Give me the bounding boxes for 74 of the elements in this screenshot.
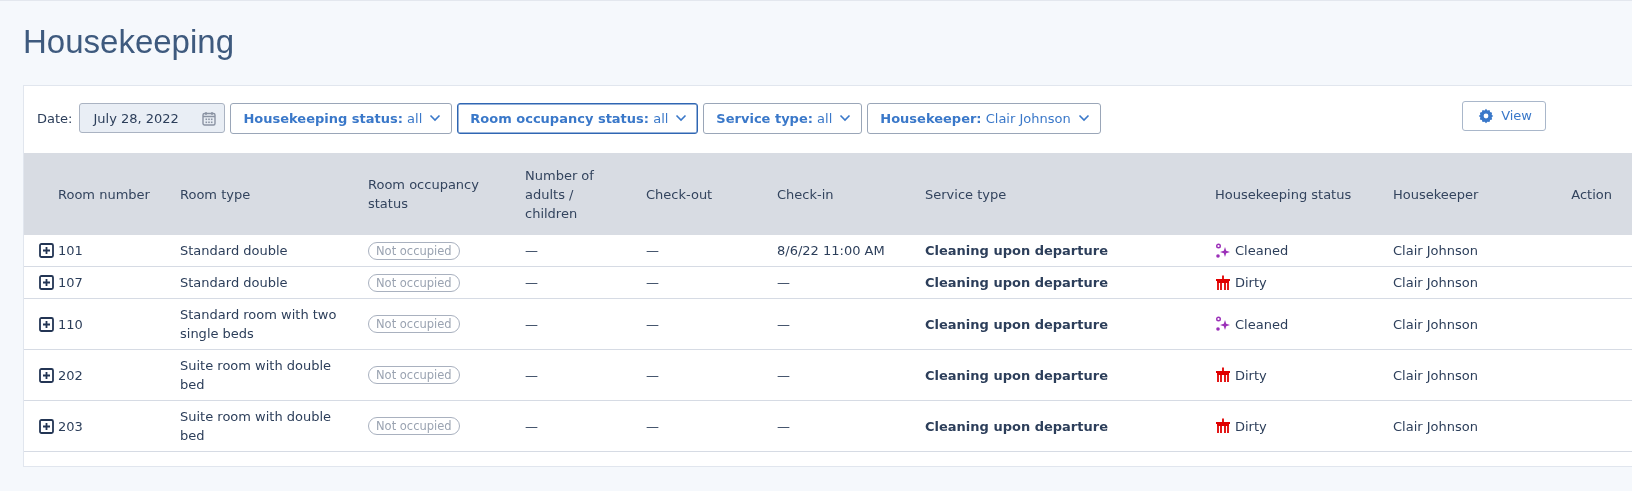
filter-dropdown[interactable]: Service type: all [703, 102, 863, 134]
expand-icon[interactable] [39, 418, 54, 434]
status-label: Cleaned [1235, 316, 1289, 332]
table-cell-text: — [525, 275, 539, 290]
status-label: Dirty [1235, 275, 1267, 290]
table-cell-text: — [777, 275, 791, 290]
date-field[interactable]: July 28, 2022 [79, 103, 226, 133]
table-cell-text: Clair Johnson [1393, 275, 1479, 290]
table-cell-text: Cleaning upon departure [925, 367, 1109, 383]
filter-dropdown[interactable]: Housekeeping status: all [230, 102, 453, 134]
filter-dropdown[interactable]: Room occupancy status: all [457, 102, 699, 134]
sparkle-icon [1215, 316, 1231, 332]
column-header: Room number [58, 185, 151, 204]
table-cell-text: Cleaning upon departure [925, 316, 1109, 332]
table-cell-text: — [646, 243, 660, 258]
table-cell-text: Suite room with double bed [180, 357, 333, 394]
table-cell-text: — [777, 316, 791, 332]
chevron-down-icon [675, 114, 688, 122]
table-cell-text: 101 [58, 243, 84, 258]
column-header: Housekeeping status [1215, 185, 1353, 204]
table-cell-text: — [525, 243, 539, 258]
table-cell-text: Clair Johnson [1393, 243, 1479, 258]
settings-icon [1478, 107, 1495, 124]
broom-icon [1215, 274, 1231, 291]
sparkle-icon [1215, 242, 1231, 259]
table-cell-text: — [646, 367, 660, 383]
table-cell-text: Cleaning upon departure [925, 418, 1109, 434]
table-cell-text: — [777, 418, 791, 434]
table-cell-text: 110 [58, 316, 84, 332]
expand-icon[interactable] [39, 243, 54, 258]
table-cell-text: Cleaning upon departure [925, 243, 1109, 258]
table-cell-text: — [525, 316, 539, 332]
table-cell-text: — [646, 418, 660, 434]
table-cell-text: — [646, 275, 660, 290]
table-cell-text: — [646, 316, 660, 332]
column-header: Room type [180, 185, 252, 204]
chevron-down-icon [1077, 114, 1090, 122]
column-header: Service type [925, 185, 1008, 204]
column-header: Check-in [777, 185, 835, 204]
column-header: Housekeeper [1393, 185, 1480, 204]
table-cell-text: 203 [58, 418, 84, 434]
column-header: Action [1570, 185, 1613, 204]
table-cell-text: Standard double [180, 274, 289, 292]
table-cell-text: 107 [58, 275, 84, 290]
expand-icon[interactable] [39, 316, 54, 332]
status-label: Dirty [1235, 367, 1267, 383]
column-header: Check-out [646, 185, 714, 204]
table-cell-text: — [525, 418, 539, 434]
table-cell-text: Cleaning upon departure [925, 275, 1109, 290]
table-cell-text: Standard double [180, 242, 289, 260]
table-cell-text: — [525, 367, 539, 383]
broom-icon [1215, 418, 1231, 434]
table-cell-text: Clair Johnson [1393, 418, 1479, 434]
date-label: Date: [37, 110, 73, 126]
table-cell-text: 202 [58, 367, 84, 383]
broom-icon [1215, 367, 1231, 383]
status-label: Cleaned [1235, 243, 1289, 258]
expand-icon[interactable] [39, 367, 54, 383]
status-label: Dirty [1235, 418, 1267, 434]
view-button[interactable]: View [1462, 100, 1546, 131]
column-header: Room occupancy status [368, 176, 480, 213]
table-cell-text: Clair Johnson [1393, 367, 1479, 383]
table-cell-text: Suite room with double bed [180, 408, 333, 445]
table-cell-text: Clair Johnson [1393, 316, 1479, 332]
chevron-down-icon [429, 114, 442, 122]
table-cell-text: Standard room with two single beds [180, 306, 338, 343]
chevron-down-icon [839, 114, 852, 122]
filter-dropdown[interactable]: Housekeeper: Clair Johnson [867, 102, 1101, 134]
page-title: Housekeeping [23, 23, 235, 61]
table-cell-text: — [777, 367, 791, 383]
calendar-icon [202, 110, 217, 126]
expand-icon[interactable] [39, 275, 54, 290]
column-header: Number of adults / children [525, 166, 595, 223]
table-cell-text: 8/6/22 11:00 AM [777, 243, 886, 258]
